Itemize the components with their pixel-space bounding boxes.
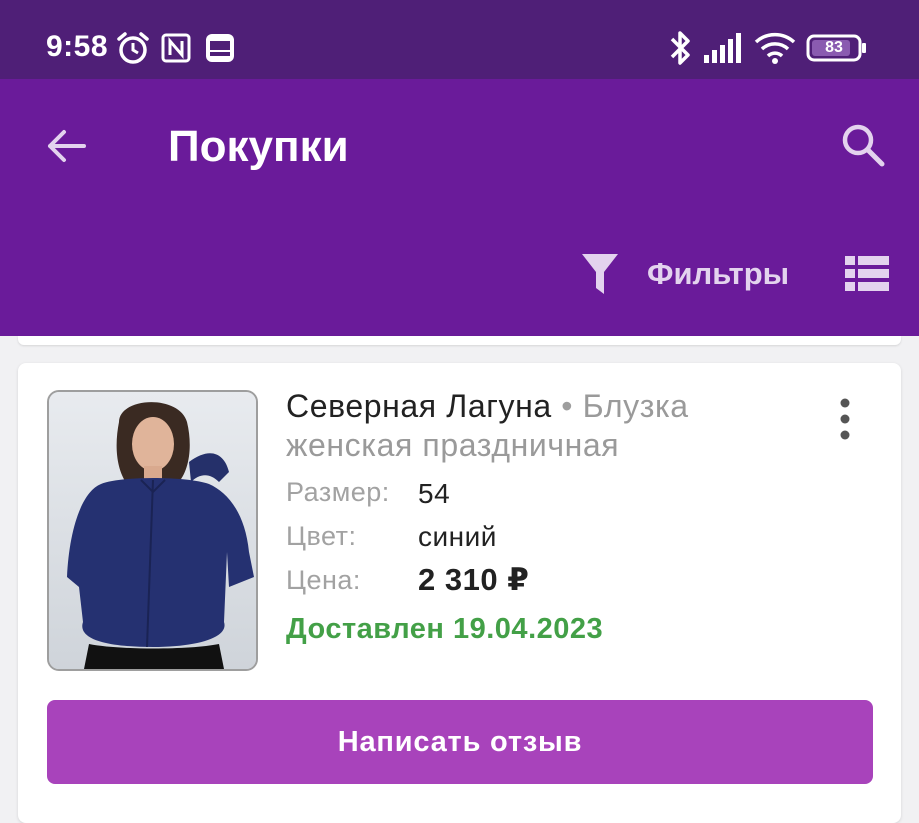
write-review-button[interactable]: Написать отзыв	[47, 700, 873, 784]
search-button[interactable]	[838, 120, 888, 170]
list-view-button[interactable]	[845, 256, 889, 292]
search-icon	[842, 124, 885, 167]
write-review-label: Написать отзыв	[337, 725, 583, 758]
more-options-button[interactable]	[834, 398, 856, 440]
size-value: 54	[418, 478, 451, 509]
bluetooth-icon	[668, 29, 694, 67]
battery-level: 83	[825, 39, 843, 56]
filters-label: Фильтры	[647, 256, 790, 291]
wifi-icon	[754, 30, 796, 64]
nfc-icon	[161, 33, 191, 63]
filter-funnel-icon	[582, 254, 618, 294]
price-value: 2 310 ₽	[418, 562, 530, 597]
blouse-photo-icon	[49, 392, 256, 669]
more-vertical-icon	[840, 398, 850, 440]
delivery-status: Доставлен 19.04.2023	[286, 613, 604, 645]
alarm-icon	[115, 30, 151, 66]
back-arrow-icon	[48, 130, 86, 162]
size-label: Размер:	[286, 477, 390, 507]
signal-icon	[704, 33, 746, 63]
ad-blocker-icon	[205, 33, 235, 63]
price-label: Цена:	[286, 565, 361, 595]
previous-card-edge	[18, 336, 901, 345]
battery-icon: 83	[806, 34, 868, 62]
status-bar: 9:58 83	[0, 0, 919, 79]
product-image[interactable]	[47, 390, 258, 671]
product-title: Северная Лагуна • Блузка женская праздни…	[286, 387, 766, 465]
page-title: Покупки	[168, 122, 349, 171]
color-label: Цвет:	[286, 521, 357, 551]
filters-button[interactable]: Фильтры	[580, 250, 789, 298]
status-time: 9:58	[46, 30, 109, 63]
back-button[interactable]	[44, 124, 88, 168]
color-value: синий	[418, 521, 497, 552]
title-separator: •	[561, 388, 574, 424]
brand-name: Северная Лагуна	[286, 388, 552, 424]
list-view-icon	[845, 256, 889, 291]
